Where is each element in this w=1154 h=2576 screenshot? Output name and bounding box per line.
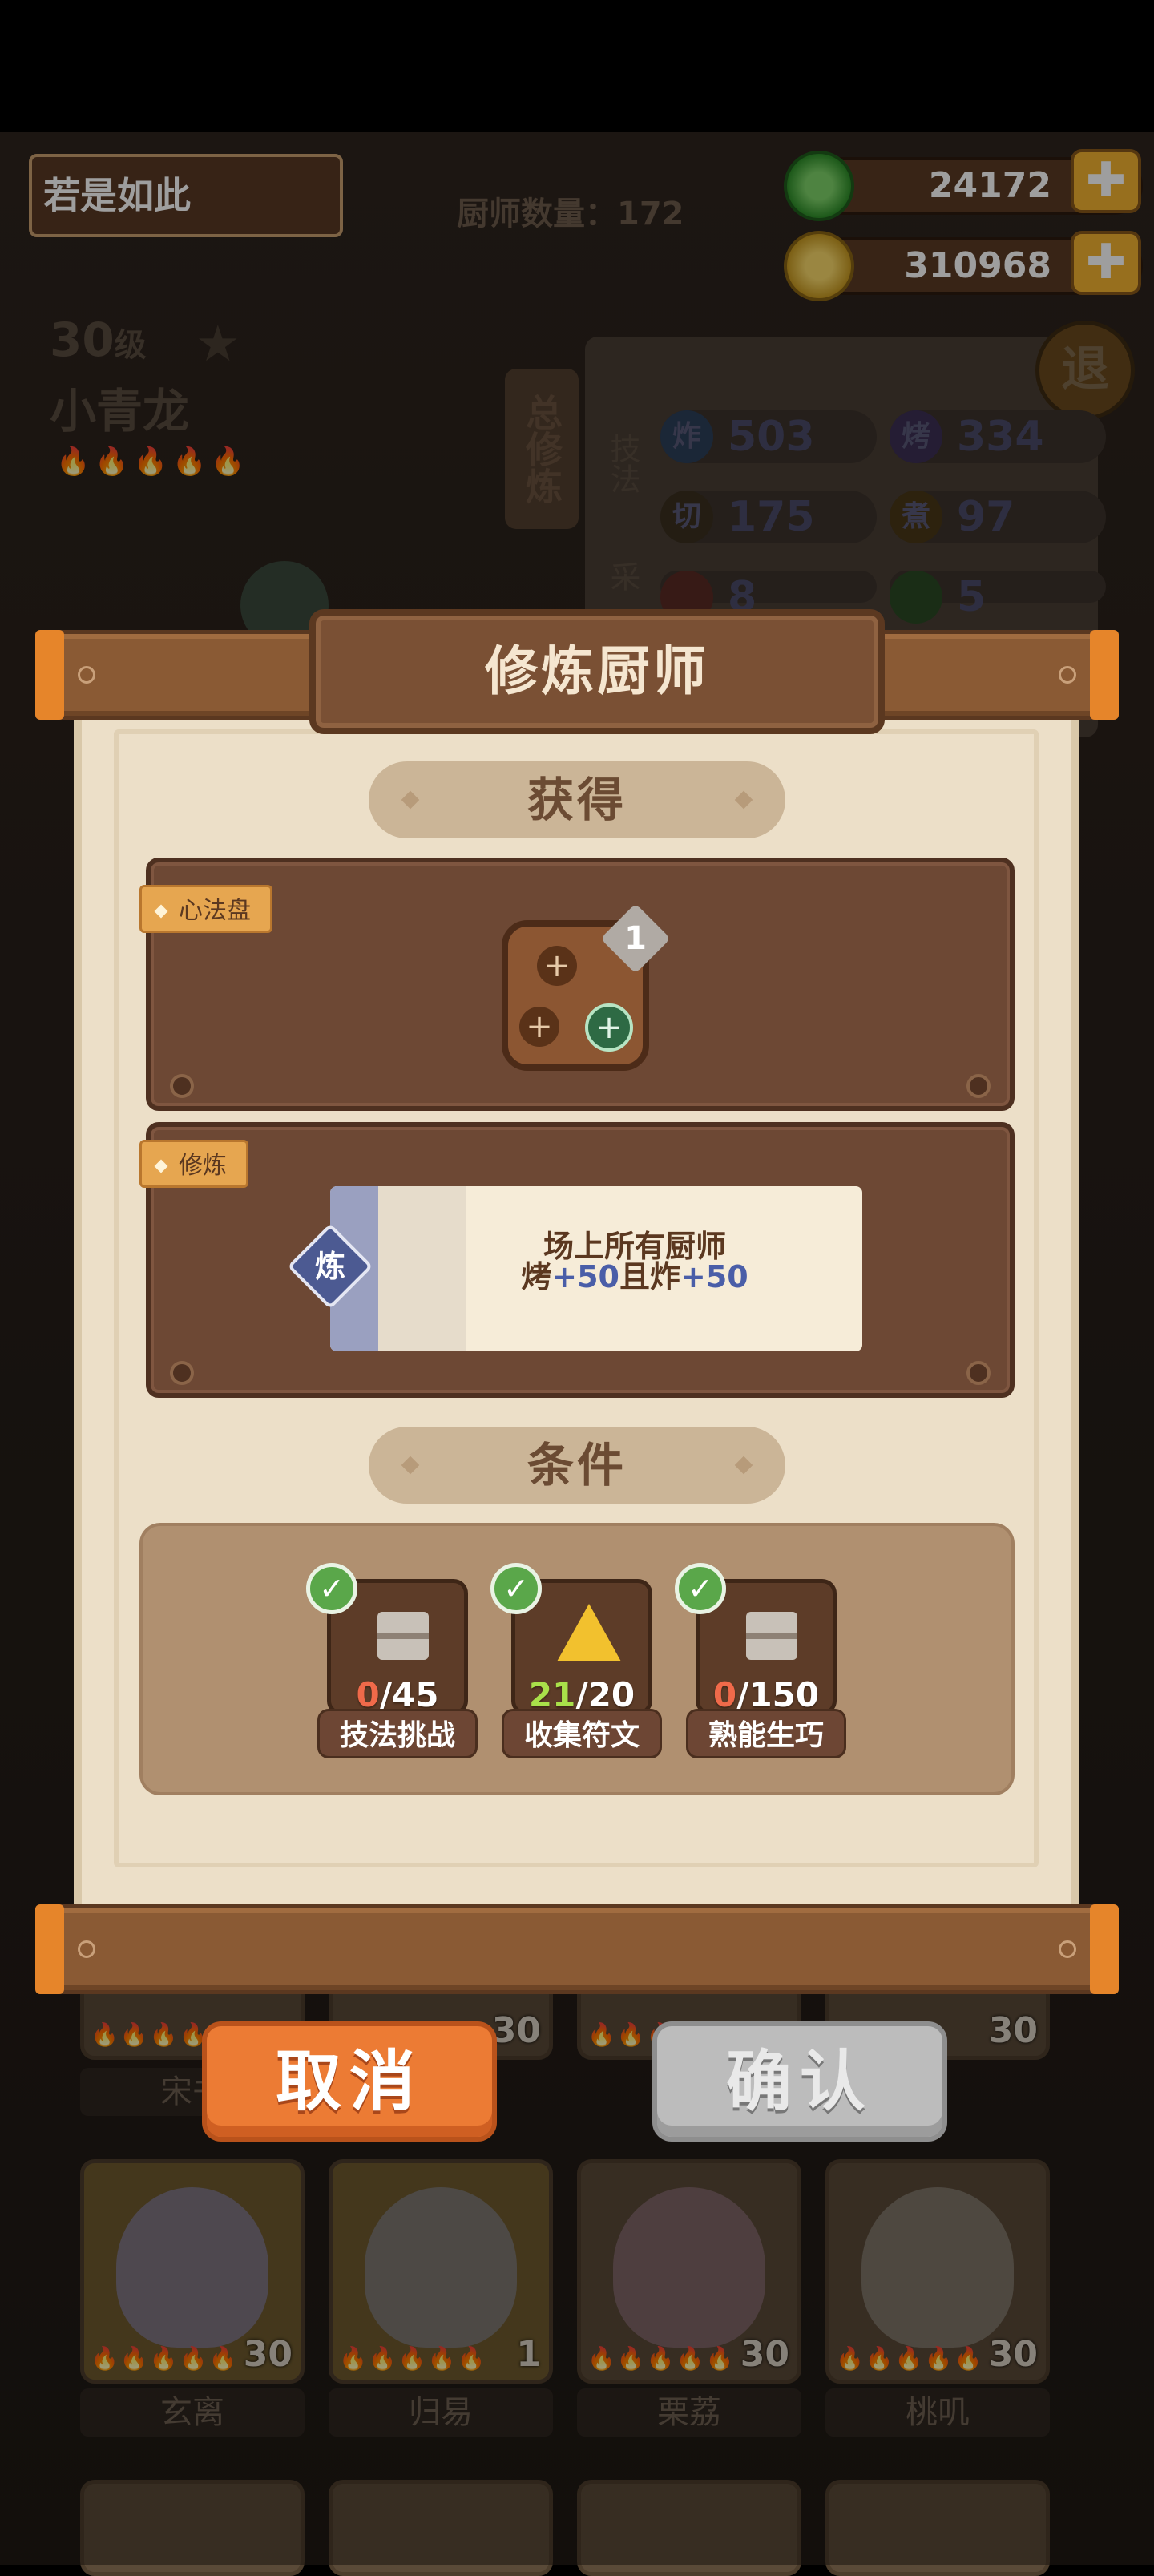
- rod-nail: [1059, 666, 1076, 684]
- confirm-button[interactable]: 确认: [652, 2021, 947, 2142]
- scroll-icon: [377, 1612, 429, 1660]
- condition-label: 技法挑战: [317, 1709, 478, 1758]
- count-badge-number: 1: [624, 920, 647, 957]
- scroll-bottom-rod: [35, 1904, 1119, 1994]
- cancel-button[interactable]: 取消: [202, 2021, 497, 2142]
- rod-cap-left: [35, 630, 64, 720]
- effect-text-roast: 烤: [521, 1259, 552, 1294]
- pill-diamond: [401, 1456, 420, 1475]
- condition-label-text: 条件: [527, 1438, 627, 1492]
- panel-corner: [966, 1074, 991, 1098]
- check-icon: ✓: [675, 1563, 726, 1614]
- heart-method-tag: 心法盘: [139, 885, 272, 933]
- check-icon: ✓: [306, 1563, 357, 1614]
- active-slot-icon: +: [585, 1003, 633, 1052]
- panel-corner: [170, 1361, 194, 1385]
- effect-text-fry: 且炸: [619, 1259, 681, 1294]
- effect-line-2: 烤+50且炸+50: [442, 1262, 827, 1292]
- training-badge-text: 炼: [314, 1249, 345, 1284]
- rod-nail: [78, 1940, 95, 1958]
- rod-nail: [78, 666, 95, 684]
- condition-section-label: 条件: [369, 1427, 785, 1504]
- training-tag: 修炼: [139, 1140, 248, 1188]
- tag-text: 心法盘: [179, 897, 251, 925]
- check-icon: ✓: [490, 1563, 542, 1614]
- obtain-section-label: 获得: [369, 761, 785, 838]
- panel-corner: [966, 1361, 991, 1385]
- condition-label: 收集符文: [502, 1709, 662, 1758]
- dialog-title: 修炼厨师: [485, 640, 709, 702]
- effect-description: 场上所有厨师 烤+50且炸+50: [442, 1231, 827, 1292]
- rod-cap-right: [1090, 1904, 1119, 1994]
- pill-diamond: [734, 790, 753, 810]
- plus-slot-icon: +: [537, 946, 577, 986]
- obtain-label-text: 获得: [527, 773, 627, 827]
- dialog-title-plaque: 修炼厨师: [309, 609, 885, 734]
- rune-icon: [557, 1604, 621, 1661]
- scroll-icon: [746, 1612, 797, 1660]
- tag-dot: [154, 1159, 168, 1173]
- tag-dot: [154, 904, 168, 919]
- plus-slot-icon: +: [519, 1007, 559, 1047]
- effect-value-fry: +50: [680, 1259, 748, 1294]
- effect-value-roast: +50: [551, 1259, 619, 1294]
- condition-label: 熟能生巧: [686, 1709, 846, 1758]
- rod-cap-right: [1090, 630, 1119, 720]
- tag-text: 修炼: [179, 1152, 227, 1180]
- training-effect-card: 场上所有厨师 烤+50且炸+50: [330, 1186, 862, 1351]
- rod-cap-left: [35, 1904, 64, 1994]
- panel-corner: [170, 1074, 194, 1098]
- pill-diamond: [734, 1456, 753, 1475]
- pill-diamond: [401, 790, 420, 810]
- effect-line-1: 场上所有厨师: [543, 1229, 726, 1264]
- rod-nail: [1059, 1940, 1076, 1958]
